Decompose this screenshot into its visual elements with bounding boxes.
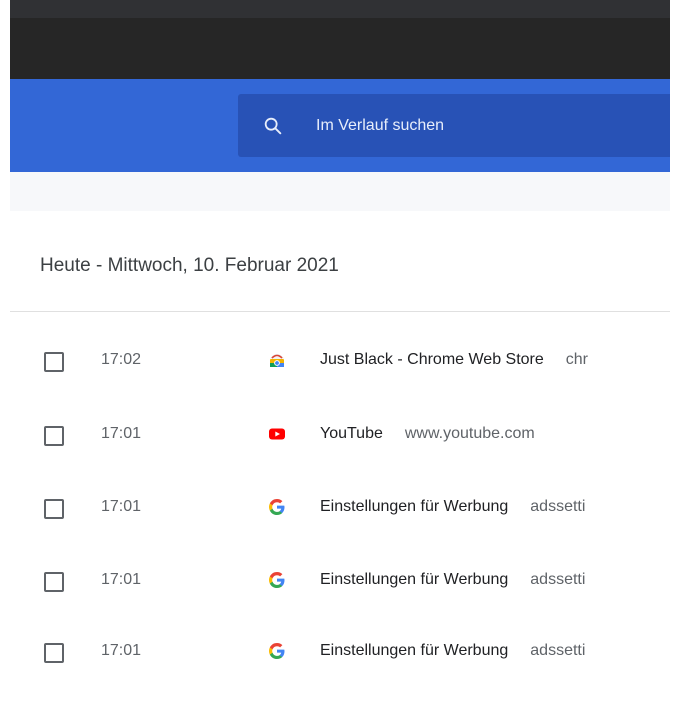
- toolbar-shadow-band: [10, 172, 670, 211]
- history-page: Im Verlauf suchen Heute - Mittwoch, 10. …: [0, 0, 686, 724]
- entry-link[interactable]: Einstellungen für Werbung adssetti: [320, 486, 585, 528]
- chrome-web-store-icon: [270, 354, 284, 367]
- entry-link[interactable]: YouTube www.youtube.com: [320, 413, 535, 455]
- window-edge-right: [670, 0, 686, 724]
- entry-link[interactable]: Einstellungen für Werbung adssetti: [320, 559, 585, 601]
- day-heading: Heute - Mittwoch, 10. Februar 2021: [40, 255, 339, 276]
- entry-checkbox[interactable]: [44, 426, 64, 446]
- search-icon[interactable]: [262, 115, 284, 137]
- entry-time: 17:02: [101, 351, 142, 368]
- entry-time: 17:01: [101, 425, 142, 442]
- window-edge: [0, 0, 10, 724]
- history-entry[interactable]: 17:01 Einstellungen für Werbung adssetti: [10, 630, 670, 680]
- entry-link[interactable]: Just Black - Chrome Web Store chr: [320, 339, 588, 381]
- entry-domain: chr: [565, 351, 589, 368]
- entry-domain: www.youtube.com: [404, 425, 535, 442]
- entry-title[interactable]: Einstellungen für Werbung: [320, 642, 508, 659]
- history-entry[interactable]: 17:01 Einstellungen für Werbung adssetti: [10, 559, 670, 609]
- entry-checkbox[interactable]: [44, 572, 64, 592]
- entry-time: 17:01: [101, 498, 142, 515]
- entry-title[interactable]: Just Black - Chrome Web Store: [320, 351, 544, 368]
- entry-checkbox[interactable]: [44, 499, 64, 519]
- entry-time: 17:01: [101, 642, 142, 659]
- youtube-icon: [269, 428, 285, 440]
- entry-domain: adssetti: [530, 498, 586, 515]
- entry-domain: adssetti: [530, 642, 586, 659]
- google-icon: [269, 499, 285, 515]
- history-entry[interactable]: 17:01 Einstellungen für Werbung adssetti: [10, 486, 670, 536]
- entry-time: 17:01: [101, 571, 142, 588]
- google-icon: [269, 643, 285, 659]
- search-input[interactable]: Im Verlauf suchen: [316, 94, 444, 157]
- entry-domain: adssetti: [530, 571, 586, 588]
- entry-link[interactable]: Einstellungen für Werbung adssetti: [320, 630, 585, 672]
- browser-toolbar: [10, 18, 670, 79]
- tab-strip: [10, 0, 670, 18]
- entry-checkbox[interactable]: [44, 643, 64, 663]
- history-entry[interactable]: 17:01 YouTube www.youtube.com: [10, 413, 670, 463]
- divider: [10, 311, 670, 312]
- history-entry[interactable]: 17:02 Just Black - Chrome Web Store chr: [10, 339, 670, 389]
- entry-checkbox[interactable]: [44, 352, 64, 372]
- entry-title[interactable]: YouTube: [320, 425, 383, 442]
- search-field[interactable]: Im Verlauf suchen: [238, 94, 670, 157]
- entry-title[interactable]: Einstellungen für Werbung: [320, 498, 508, 515]
- entry-title[interactable]: Einstellungen für Werbung: [320, 571, 508, 588]
- google-icon: [269, 572, 285, 588]
